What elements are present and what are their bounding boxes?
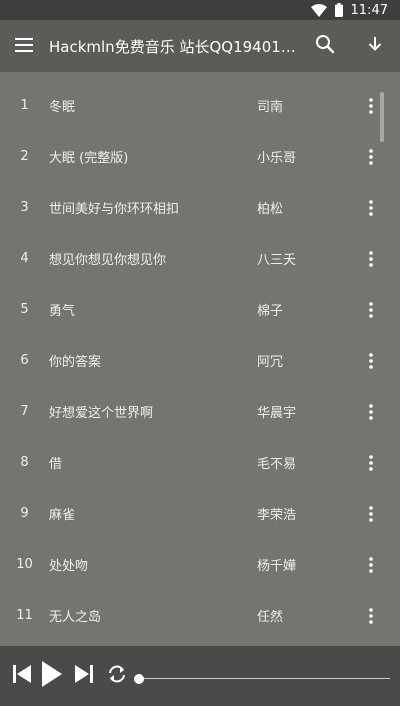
song-row[interactable]: 9 麻雀 李荣浩 xyxy=(0,488,400,539)
song-title: 勇气 xyxy=(49,304,76,319)
song-title: 大眠 (完整版) xyxy=(49,151,129,166)
progress-thumb[interactable] xyxy=(134,674,144,684)
song-artist: 李荣浩 xyxy=(257,508,297,523)
wifi-icon xyxy=(310,3,327,17)
song-title: 麻雀 xyxy=(49,508,76,523)
status-bar: 11:47 xyxy=(0,0,400,20)
song-artist: 小乐哥 xyxy=(257,151,297,166)
song-artist: 任然 xyxy=(257,610,284,625)
battery-icon xyxy=(334,3,343,17)
more-options-icon[interactable] xyxy=(362,399,380,425)
song-row[interactable]: 5 勇气 棉子 xyxy=(0,284,400,335)
song-row[interactable]: 3 世间美好与你环环相扣 柏松 xyxy=(0,182,400,233)
menu-button[interactable] xyxy=(0,20,48,72)
song-row[interactable]: 6 你的答案 阿冗 xyxy=(0,335,400,386)
more-options-icon[interactable] xyxy=(362,501,380,527)
song-number: 6 xyxy=(20,353,29,368)
play-button[interactable] xyxy=(36,646,68,706)
search-icon xyxy=(315,34,335,58)
previous-button[interactable] xyxy=(0,646,36,706)
song-row[interactable]: 7 好想爱这个世界啊 华晨宇 xyxy=(0,386,400,437)
song-artist: 华晨宇 xyxy=(257,406,297,421)
more-options-icon[interactable] xyxy=(362,348,380,374)
more-options-icon[interactable] xyxy=(362,246,380,272)
menu-icon xyxy=(15,37,33,56)
song-row[interactable]: 10 处处吻 杨千嬅 xyxy=(0,539,400,590)
song-number: 10 xyxy=(16,557,33,572)
search-button[interactable] xyxy=(300,20,350,72)
song-number: 9 xyxy=(20,506,29,521)
song-title: 借 xyxy=(49,457,63,472)
song-artist: 棉子 xyxy=(257,304,284,319)
song-row[interactable]: 4 想见你想见你想见你 八三夭 xyxy=(0,233,400,284)
song-number: 3 xyxy=(20,200,29,215)
song-row[interactable]: 2 大眠 (完整版) 小乐哥 xyxy=(0,131,400,182)
skip-next-icon xyxy=(74,664,94,688)
progress-slider[interactable] xyxy=(134,674,390,684)
download-button[interactable] xyxy=(350,20,400,72)
repeat-icon xyxy=(106,664,128,688)
more-options-icon[interactable] xyxy=(362,603,380,629)
song-row[interactable]: 8 借 毛不易 xyxy=(0,437,400,488)
song-title: 处处吻 xyxy=(49,559,89,574)
song-artist: 司南 xyxy=(257,100,284,115)
song-artist: 杨千嬅 xyxy=(257,559,297,574)
next-button[interactable] xyxy=(68,646,100,706)
song-number: 8 xyxy=(20,455,29,470)
song-number: 11 xyxy=(16,608,33,623)
list-scrollbar[interactable] xyxy=(380,92,384,142)
song-number: 4 xyxy=(20,251,29,266)
more-options-icon[interactable] xyxy=(362,297,380,323)
more-options-icon[interactable] xyxy=(362,450,380,476)
status-time: 11:47 xyxy=(350,2,388,18)
app-bar: Hackmln免费音乐 站长QQ194013... xyxy=(0,20,400,72)
skip-previous-icon xyxy=(12,664,32,688)
more-options-icon[interactable] xyxy=(362,144,380,170)
song-list[interactable]: 1 冬眠 司南 2 大眠 (完整版) 小乐哥 3 世间美好与你环环相扣 柏松 4… xyxy=(0,72,400,646)
song-title: 你的答案 xyxy=(49,355,102,370)
song-artist: 毛不易 xyxy=(257,457,297,472)
repeat-button[interactable] xyxy=(100,646,134,706)
song-number: 5 xyxy=(20,302,29,317)
song-artist: 八三夭 xyxy=(257,253,297,268)
song-title: 无人之岛 xyxy=(49,610,102,625)
song-row[interactable]: 1 冬眠 司南 xyxy=(0,80,400,131)
song-number: 1 xyxy=(20,98,29,113)
page-title: Hackmln免费音乐 站长QQ194013... xyxy=(49,37,300,56)
song-row[interactable]: 11 无人之岛 任然 xyxy=(0,590,400,641)
song-title: 想见你想见你想见你 xyxy=(49,253,167,268)
play-icon xyxy=(41,660,63,692)
song-title: 冬眠 xyxy=(49,100,76,115)
song-artist: 阿冗 xyxy=(257,355,284,370)
song-artist: 柏松 xyxy=(257,202,284,217)
more-options-icon[interactable] xyxy=(362,552,380,578)
download-icon xyxy=(368,36,382,56)
song-title: 世间美好与你环环相扣 xyxy=(49,202,180,217)
song-number: 7 xyxy=(20,404,29,419)
song-title: 好想爱这个世界啊 xyxy=(49,406,154,421)
more-options-icon[interactable] xyxy=(362,195,380,221)
more-options-icon[interactable] xyxy=(362,93,380,119)
song-number: 2 xyxy=(20,149,29,164)
progress-track xyxy=(138,678,390,679)
